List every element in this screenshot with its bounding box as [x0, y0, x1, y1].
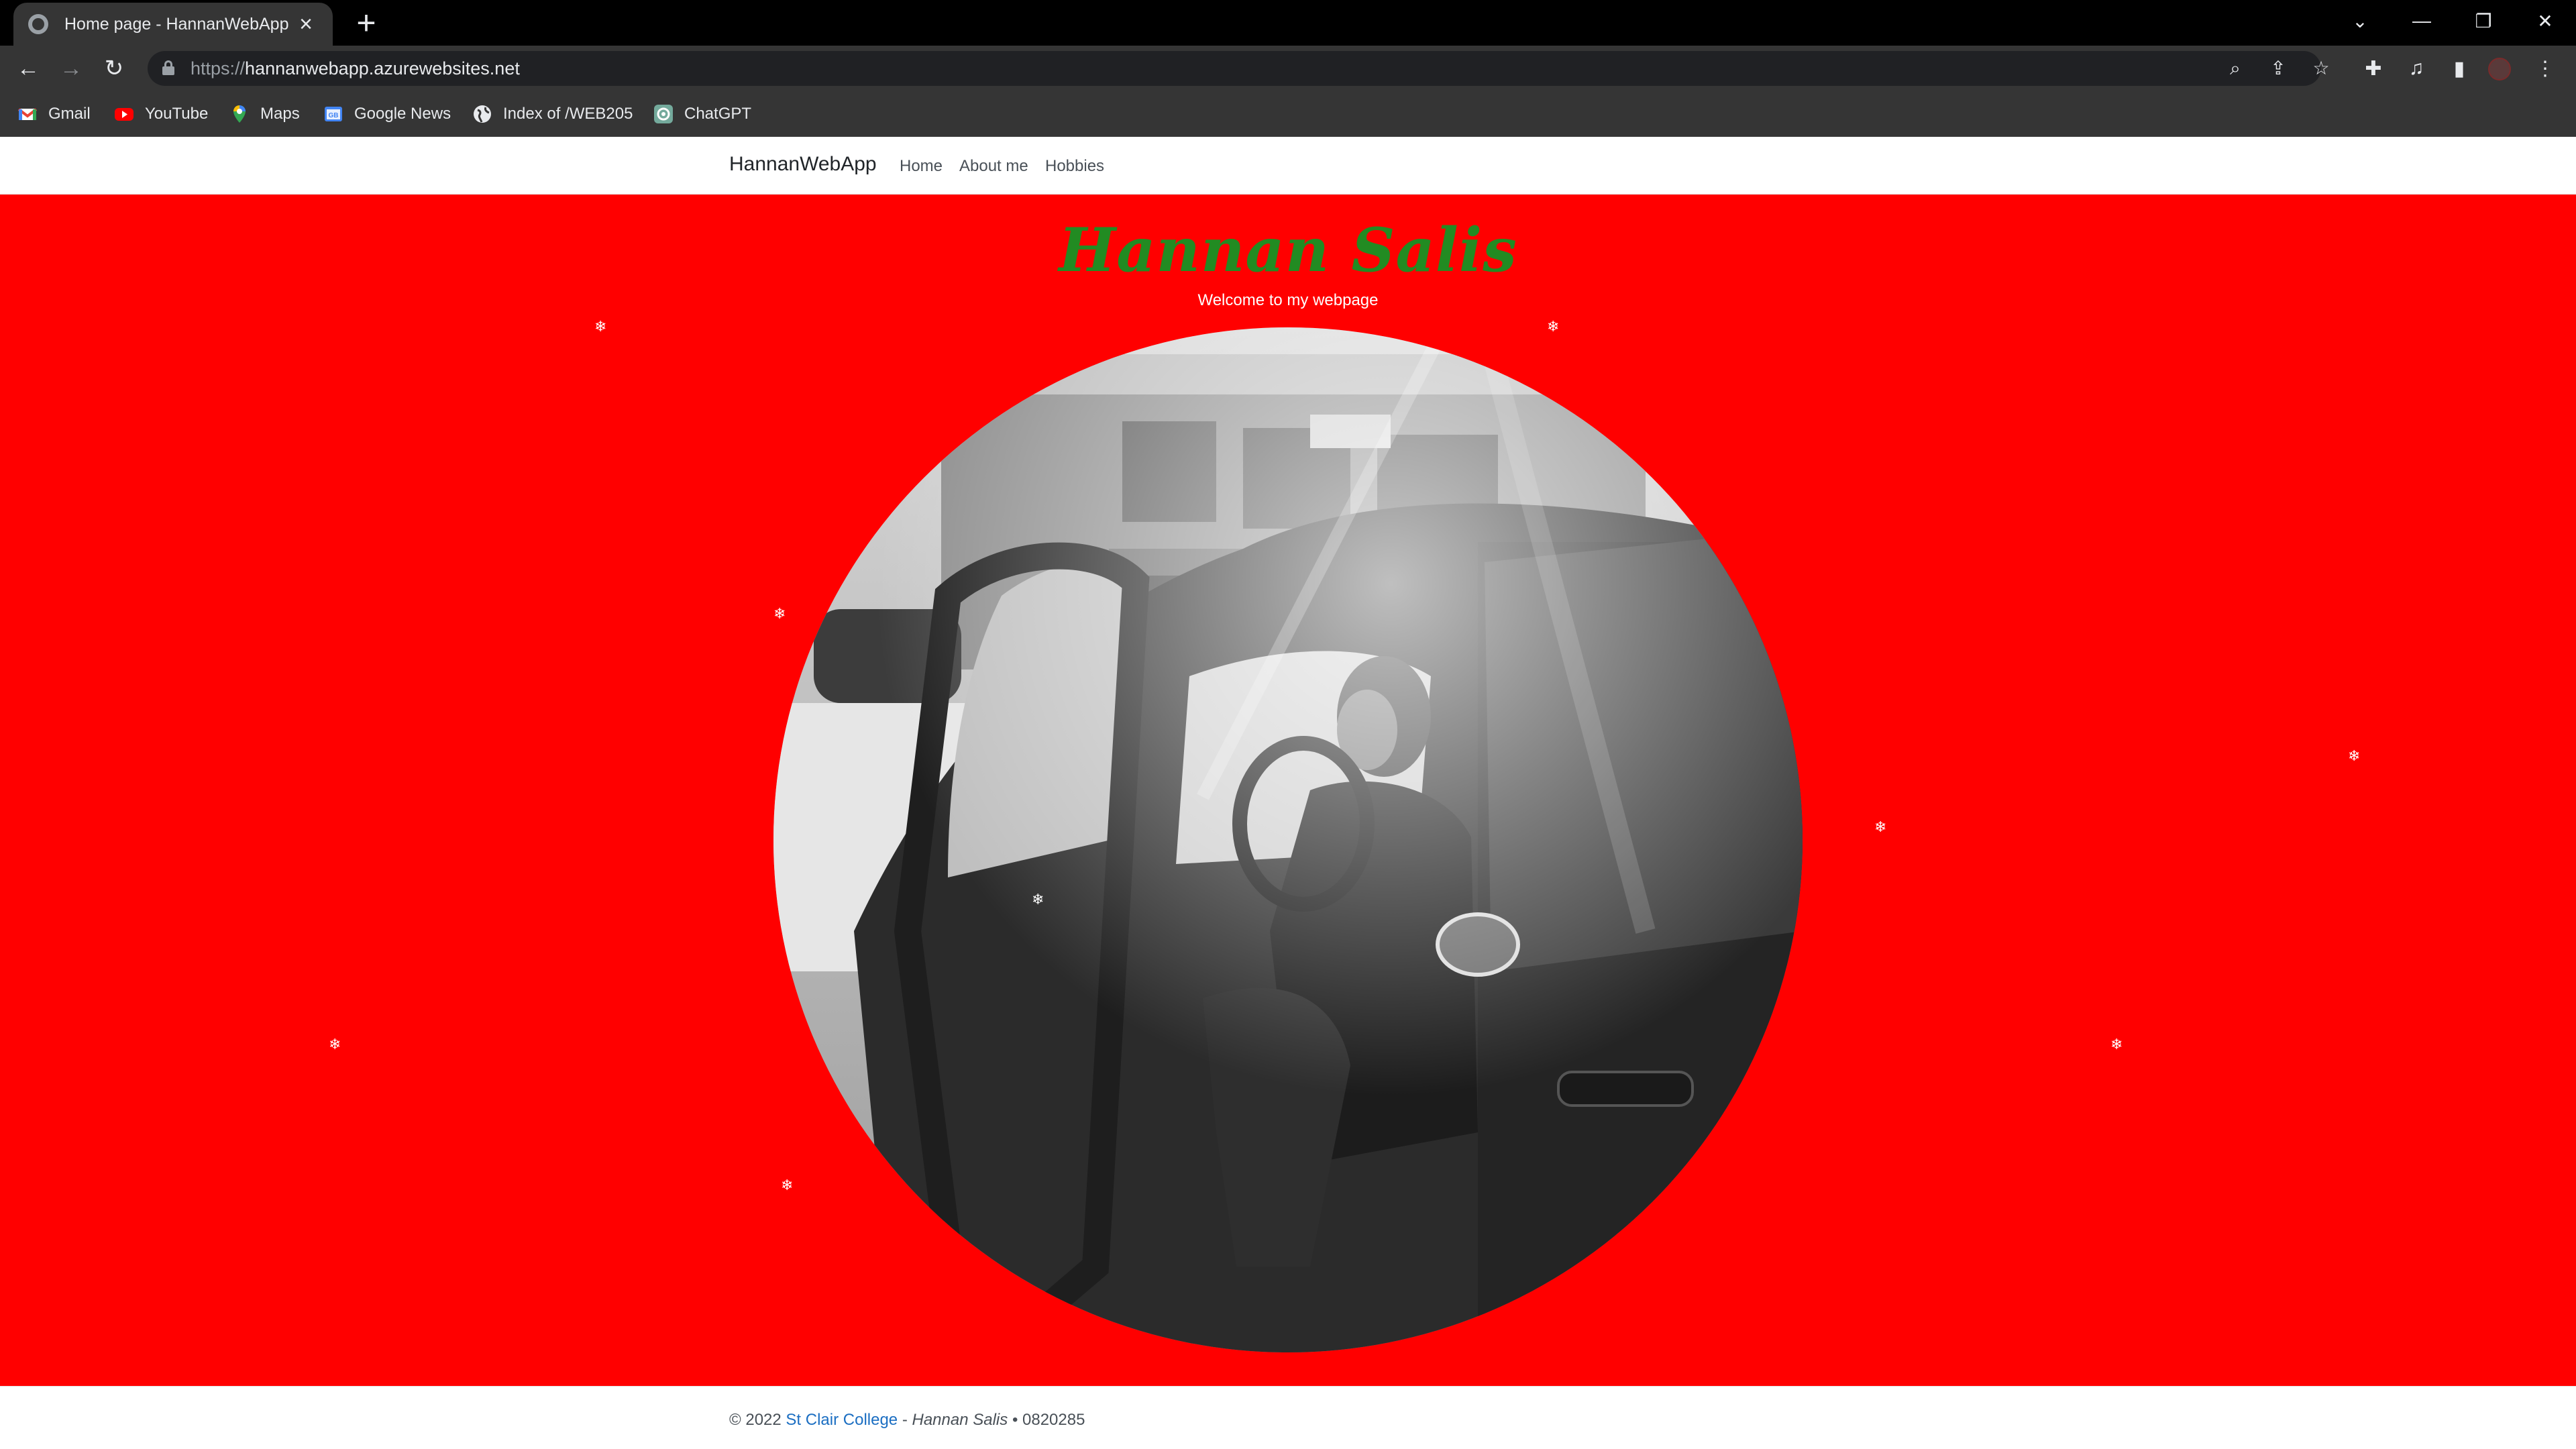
maps-icon [229, 104, 250, 124]
extensions-icon[interactable]: ✚ [2357, 52, 2390, 85]
profile-avatar[interactable] [2488, 58, 2511, 80]
bookmark-maps[interactable]: Maps [229, 102, 300, 126]
site-footer: © 2022 St Clair College - Hannan Salis •… [0, 1386, 2576, 1449]
tab-search-icon[interactable]: ⌄ [2329, 0, 2391, 42]
bookmark-label: Google News [354, 105, 451, 123]
nav-link-about-me[interactable]: About me [959, 157, 1028, 176]
footer-text: © 2022 St Clair College - Hannan Salis •… [729, 1411, 1085, 1430]
bookmark-label: Index of /WEB205 [503, 105, 633, 123]
bookmark-label: Gmail [48, 105, 91, 123]
lock-icon[interactable] [162, 60, 174, 75]
snowflake-icon: ❄ [1874, 818, 1887, 835]
menu-icon[interactable]: ⋮ [2529, 52, 2561, 85]
bookmark-index-web205[interactable]: Index of /WEB205 [472, 102, 633, 126]
share-icon[interactable]: ⇪ [2266, 56, 2290, 80]
browser-toolbar: ← → ↻ https://hannanwebapp.azurewebsites… [0, 46, 2576, 91]
profile-photo [773, 327, 1803, 1352]
browser-tab[interactable]: Home page - HannanWebApp × [13, 3, 333, 46]
youtube-icon [114, 104, 134, 124]
svg-text:GB: GB [329, 112, 339, 119]
snowflake-icon: ❄ [1032, 891, 1044, 908]
web-page: HannanWebApp Home About me Hobbies Hanna… [0, 137, 2576, 1449]
minimize-button[interactable]: — [2391, 0, 2453, 42]
close-tab-icon[interactable]: × [294, 13, 318, 36]
bookmark-label: YouTube [145, 105, 209, 123]
snowflake-icon: ❄ [329, 1036, 341, 1053]
chatgpt-icon [653, 104, 674, 124]
zoom-icon[interactable]: ⌕ [2223, 56, 2247, 80]
nav-link-home[interactable]: Home [900, 157, 943, 176]
google-news-icon: GB [323, 104, 343, 124]
footer-copyright: © 2022 [729, 1411, 782, 1429]
snowflake-icon: ❄ [2348, 747, 2361, 764]
snowflake-icon: ❄ [781, 1177, 794, 1193]
footer-separator: - [902, 1411, 908, 1429]
footer-author: Hannan Salis [912, 1411, 1008, 1429]
snowflake-icon: ❄ [773, 605, 786, 622]
address-bar[interactable]: https://hannanwebapp.azurewebsites.net ⌕… [148, 51, 2330, 86]
side-panel-icon[interactable]: ▮ [2443, 52, 2475, 85]
bookmarks-bar: Gmail YouTube Maps GB Google News Index … [0, 91, 2576, 137]
bookmark-chatgpt[interactable]: ChatGPT [653, 102, 751, 126]
restore-button[interactable]: ❐ [2453, 0, 2514, 42]
snowflake-icon: ❄ [1547, 318, 1560, 335]
tab-strip: Home page - HannanWebApp × + ⌄ — ❐ ✕ [0, 0, 2576, 46]
globe-icon [472, 104, 492, 124]
hero-section: Hannan Salis Welcome to my webpage ❄ ❄ ❄… [0, 195, 2576, 1386]
globe-icon [28, 14, 48, 34]
bookmark-star-icon[interactable]: ☆ [2309, 56, 2333, 80]
gmail-icon [17, 104, 38, 124]
site-brand[interactable]: HannanWebApp [729, 153, 877, 176]
new-tab-button[interactable]: + [349, 6, 384, 42]
tab-title: Home page - HannanWebApp [64, 14, 289, 34]
close-window-button[interactable]: ✕ [2514, 0, 2576, 42]
media-controls-icon[interactable]: ♫ [2400, 52, 2432, 85]
forward-button[interactable]: → [55, 52, 87, 85]
hero-title: Hannan Salis [1059, 215, 1517, 286]
bookmark-label: ChatGPT [684, 105, 752, 123]
footer-college-link[interactable]: St Clair College [786, 1411, 898, 1429]
footer-student-id: • 0820285 [1012, 1411, 1085, 1429]
bookmark-google-news[interactable]: GB Google News [323, 102, 451, 126]
site-navbar: HannanWebApp Home About me Hobbies [0, 137, 2576, 195]
snowflake-icon: ❄ [594, 318, 607, 335]
snowflake-icon: ❄ [2110, 1036, 2123, 1053]
bookmark-label: Maps [260, 105, 300, 123]
back-button[interactable]: ← [12, 52, 44, 85]
url-text[interactable]: https://hannanwebapp.azurewebsites.net [191, 58, 520, 79]
hero-subtitle: Welcome to my webpage [1197, 291, 1379, 309]
reload-button[interactable]: ↻ [98, 52, 130, 85]
nav-link-hobbies[interactable]: Hobbies [1045, 157, 1104, 176]
bookmark-youtube[interactable]: YouTube [114, 102, 208, 126]
bookmark-gmail[interactable]: Gmail [17, 102, 91, 126]
